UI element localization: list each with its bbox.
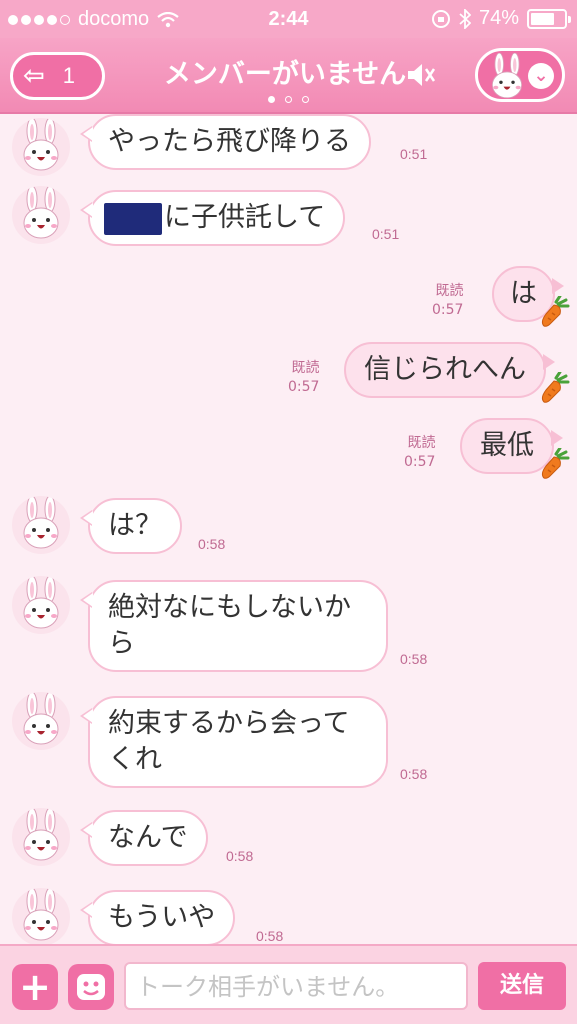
message-text: 最低 bbox=[480, 430, 534, 461]
send-button[interactable]: 送信 bbox=[478, 962, 566, 1010]
message-bubble[interactable]: に子供託して bbox=[79, 190, 346, 246]
avatar[interactable] bbox=[12, 496, 70, 554]
message-bubble[interactable]: なんで bbox=[80, 810, 208, 866]
message-time: 0:58 bbox=[400, 651, 428, 667]
message-bubble[interactable]: やったら飛び降りる bbox=[80, 114, 371, 170]
message-time: 0:51 bbox=[400, 146, 428, 162]
message-time: 0:58 bbox=[226, 848, 254, 864]
read-receipt: 既読 0:57 bbox=[404, 435, 436, 470]
status-bar: docomo 2:44 74% bbox=[0, 0, 577, 38]
speaker-muted-icon bbox=[408, 64, 436, 86]
profile-menu-button[interactable]: ⌄ bbox=[475, 48, 565, 102]
message-text-line: 約束するから会って bbox=[108, 708, 350, 739]
message-text: なんで bbox=[108, 822, 188, 853]
message-bubble[interactable]: 信じられへん bbox=[344, 342, 555, 398]
message-text: 信じられへん bbox=[364, 354, 526, 385]
sticker-face-icon[interactable] bbox=[68, 964, 114, 1010]
message-time: 0:58 bbox=[256, 928, 284, 944]
bunny-face-icon bbox=[482, 53, 532, 102]
avatar[interactable] bbox=[12, 888, 70, 944]
message-text: やったら飛び降りる bbox=[108, 126, 351, 157]
carrot-icon bbox=[538, 448, 570, 482]
message-bubble[interactable]: 約束するから会って くれ bbox=[80, 696, 388, 788]
message-time: 0:58 bbox=[400, 766, 428, 782]
avatar[interactable] bbox=[12, 118, 70, 176]
chat-header: ⇦ 1 メンバーがいません ⌄ bbox=[0, 38, 577, 114]
chevron-down-icon: ⌄ bbox=[528, 63, 554, 89]
redaction-box bbox=[104, 202, 162, 235]
status-icons: 74% bbox=[431, 7, 571, 30]
battery-icon bbox=[527, 8, 571, 29]
read-receipt: 既読 0:57 bbox=[288, 360, 320, 395]
read-receipt: 既読 0:57 bbox=[432, 283, 464, 318]
message-text-line: くれ bbox=[108, 744, 162, 775]
carrot-icon bbox=[538, 372, 570, 406]
avatar[interactable] bbox=[12, 576, 70, 634]
avatar[interactable] bbox=[12, 808, 70, 866]
back-button[interactable]: ⇦ 1 bbox=[10, 52, 105, 100]
message-time: 0:58 bbox=[198, 536, 226, 552]
avatar[interactable] bbox=[12, 692, 70, 750]
message-text: もういや bbox=[108, 902, 216, 933]
input-bar: + トーク相手がいません。 送信 bbox=[0, 944, 577, 1024]
plus-icon[interactable]: + bbox=[12, 964, 58, 1010]
orientation-lock-icon bbox=[431, 9, 450, 28]
carrot-icon bbox=[538, 296, 570, 330]
back-arrow-icon: ⇦ bbox=[23, 61, 45, 91]
message-time: 0:51 bbox=[372, 226, 400, 242]
message-input[interactable]: トーク相手がいません。 bbox=[124, 962, 468, 1010]
unread-count: 1 bbox=[62, 63, 76, 88]
message-bubble[interactable]: 絶対なにもしないか ら bbox=[80, 580, 388, 672]
bluetooth-icon bbox=[459, 8, 471, 29]
message-text: は bbox=[510, 278, 537, 309]
message-list[interactable]: やったら飛び降りる 0:51 に子供託して 0:51 既読 0:57 は 既読 0:… bbox=[0, 114, 577, 944]
avatar[interactable] bbox=[12, 186, 70, 244]
message-bubble[interactable]: は？ bbox=[80, 498, 182, 554]
message-bubble[interactable]: もういや bbox=[79, 890, 236, 944]
message-text-line: ら bbox=[108, 628, 135, 659]
message-text: に子供託して bbox=[164, 202, 326, 233]
message-text-line: 絶対なにもしないか bbox=[108, 592, 351, 623]
message-text: は？ bbox=[108, 510, 162, 541]
chat-title: メンバーがいません bbox=[163, 59, 407, 90]
battery-percent: 74% bbox=[478, 7, 519, 29]
